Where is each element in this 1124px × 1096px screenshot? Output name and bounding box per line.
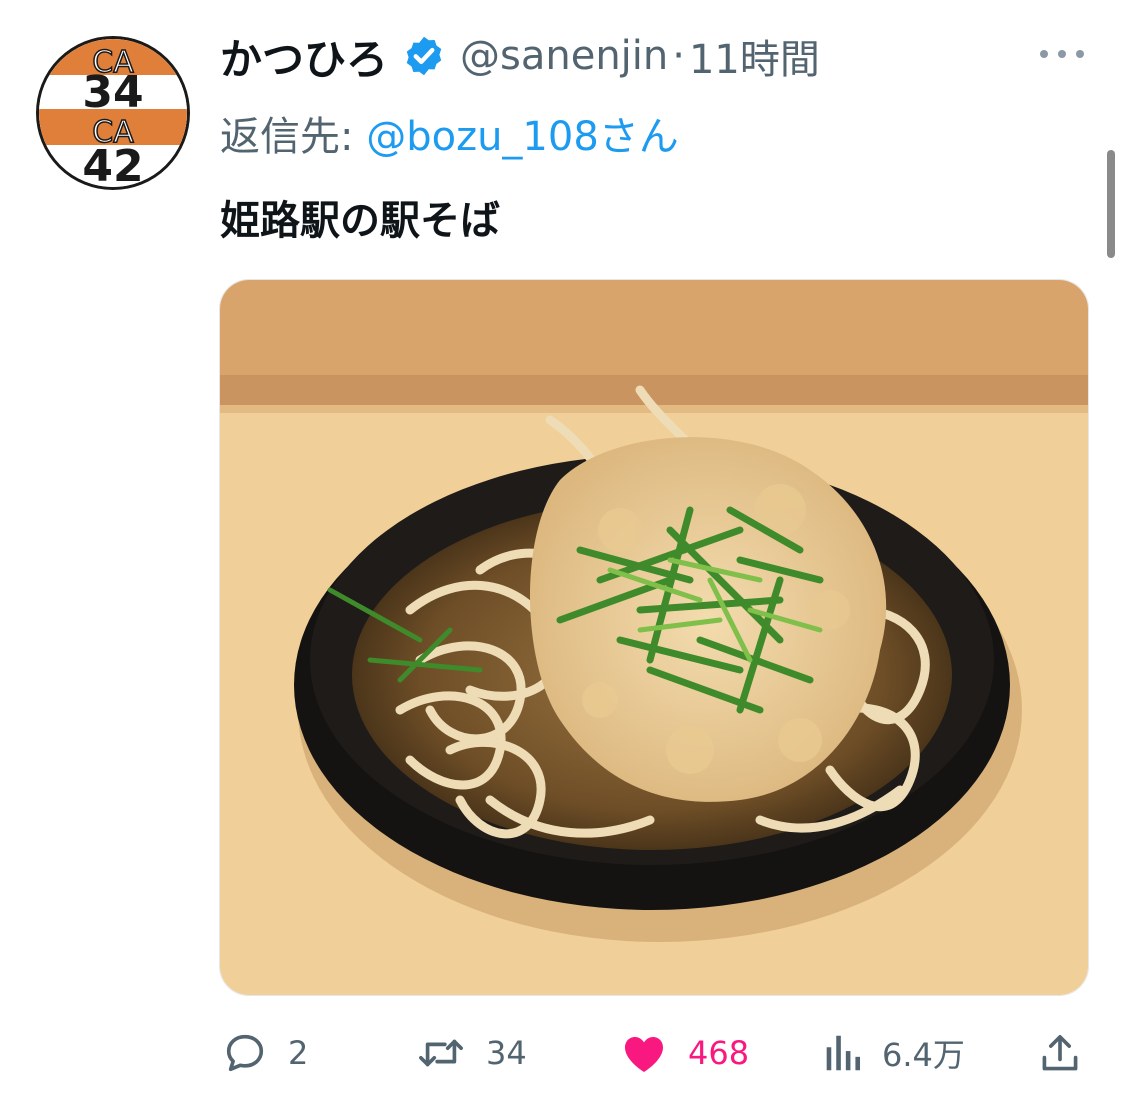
avatar-line-2: 34 — [82, 67, 143, 118]
like-count: 468 — [688, 1034, 750, 1072]
reply-button[interactable]: 2 — [222, 1030, 308, 1076]
retweet-button[interactable]: 34 — [416, 1030, 527, 1076]
reply-mention-link[interactable]: @bozu_108さん — [366, 114, 679, 160]
share-icon — [1042, 1035, 1078, 1071]
avatar-line-4: 42 — [82, 141, 143, 187]
separator: · — [672, 33, 685, 79]
heart-icon — [625, 1037, 663, 1072]
share-button[interactable] — [1038, 1030, 1082, 1076]
more-icon[interactable] — [1040, 42, 1084, 66]
retweet-count: 34 — [486, 1034, 527, 1072]
reply-icon — [226, 1034, 264, 1072]
more-dot — [1058, 50, 1066, 58]
more-dot — [1040, 50, 1048, 58]
views-button[interactable]: 6.4万 — [822, 1030, 965, 1076]
reply-prefix: 返信先: — [220, 114, 367, 160]
tweet-photo[interactable] — [219, 279, 1089, 996]
reply-context: 返信先: @bozu_108さん — [220, 104, 679, 160]
more-dot — [1076, 50, 1084, 58]
views-count: 6.4万 — [882, 1036, 965, 1074]
display-name[interactable]: かつひろ — [220, 26, 388, 87]
tweet-header: かつひろ @sanenjin · 11時間 — [220, 26, 820, 86]
timestamp[interactable]: 11時間 — [689, 27, 820, 85]
retweet-icon — [419, 1039, 463, 1067]
like-button[interactable]: 468 — [620, 1030, 749, 1076]
tweet-text: 姫路駅の駅そば — [220, 198, 500, 244]
reply-count: 2 — [288, 1034, 309, 1072]
action-bar: 2 34 468 6.4万 — [0, 1020, 1124, 1086]
views-icon — [826, 1035, 861, 1071]
avatar[interactable]: CA 34 CA 42 — [36, 36, 190, 190]
verified-badge-icon — [406, 36, 442, 76]
user-handle[interactable]: @sanenjin — [460, 33, 668, 79]
scrollbar[interactable] — [1107, 150, 1115, 258]
